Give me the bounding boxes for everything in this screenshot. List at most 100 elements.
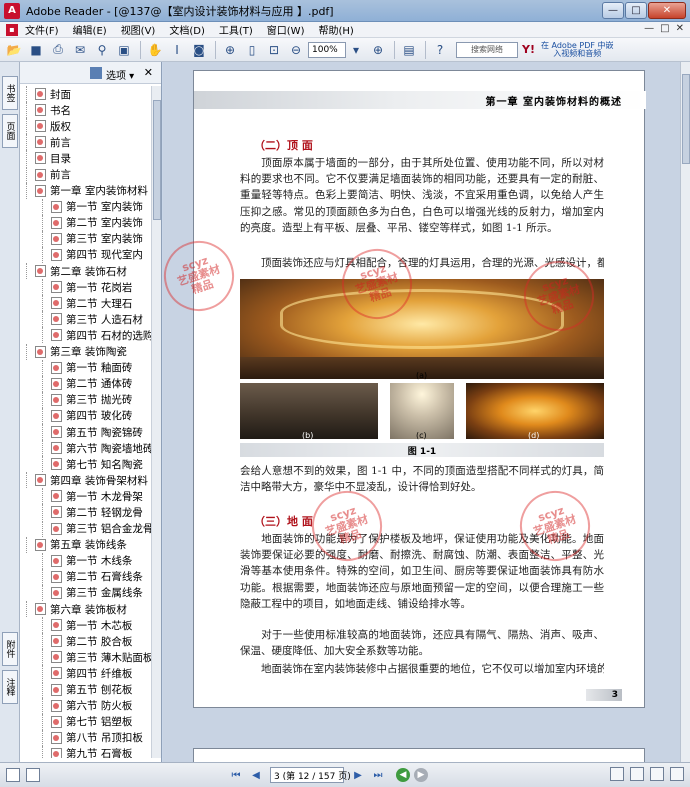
help-icon[interactable]: ? [430,40,450,60]
bookmark-item[interactable]: 第四节 纤维板 [20,665,152,682]
continuous-facing-icon[interactable] [670,767,684,781]
bookmark-item[interactable]: 第一节 室内装饰 [20,198,152,215]
tab-bookmarks[interactable]: 书签 [2,76,18,110]
bookmark-item[interactable]: 第一节 花岗岩 [20,279,152,296]
page-layout-icon[interactable]: ▤ [399,40,419,60]
bookmark-item[interactable]: 第四章 装饰骨架材料 [20,472,152,489]
next-page-button[interactable]: ▶ [350,767,366,783]
panel-toggle-icon[interactable] [6,768,20,782]
bookmark-item[interactable]: 前言 [20,166,152,183]
bookmark-item[interactable]: 第一节 木龙骨架 [20,488,152,505]
last-page-button[interactable]: ⏭ [370,767,386,783]
page-thumbnail-icon[interactable] [26,768,40,782]
bookmark-item[interactable]: 第二章 装饰石材 [20,263,152,280]
document-scrollbar-thumb[interactable] [682,74,690,164]
close-button[interactable]: ✕ [648,2,686,19]
promo-link[interactable]: 在 Adobe PDF 中嵌 入视频和音频 [541,41,614,58]
bookmark-item[interactable]: 版权 [20,118,152,135]
doc-minimize-button[interactable]: — [644,23,654,34]
save-icon[interactable]: ■ [26,40,46,60]
zoom-out-icon[interactable]: ⊖ [286,40,306,60]
menu-tools[interactable]: 工具(T) [212,22,260,37]
bookmark-item[interactable]: 第五节 刨花板 [20,681,152,698]
hand-tool-icon[interactable]: ✋ [145,40,165,60]
bookmark-item[interactable]: 第三节 薄木贴面板 [20,649,152,666]
menu-view[interactable]: 视图(V) [114,22,163,37]
zoom-in-icon[interactable]: ⊕ [220,40,240,60]
bookmark-options-icon[interactable] [90,67,102,79]
bookmark-item[interactable]: 第五节 陶瓷锦砖 [20,424,152,441]
tab-pages[interactable]: 页面 [2,114,18,148]
bookmark-item[interactable]: 前言 [20,134,152,151]
continuous-icon[interactable] [630,767,644,781]
create-pdf-icon[interactable]: ▣ [114,40,134,60]
bookmark-item[interactable]: 第二节 室内装饰 [20,214,152,231]
close-panel-button[interactable]: ✕ [144,66,153,79]
maximize-button[interactable]: □ [625,2,647,19]
bookmark-item[interactable]: 第二节 轻钢龙骨 [20,504,152,521]
web-search-input[interactable]: 搜索网络 [456,41,518,58]
bookmark-item[interactable]: 第九节 石膏板 [20,745,152,758]
zoom-plus-icon[interactable]: ⊕ [368,40,388,60]
bookmark-item[interactable]: 封面 [20,86,152,103]
menu-file[interactable]: 文件(F) [18,22,66,37]
bookmark-item[interactable]: 第三节 人造石材 [20,311,152,328]
go-back-button[interactable]: ◀ [396,768,410,782]
bookmark-item[interactable]: 第五章 装饰线条 [20,536,152,553]
previous-page-button[interactable]: ◀ [248,767,264,783]
bookmark-item[interactable]: 第八节 吊顶扣板 [20,729,152,746]
menu-window[interactable]: 窗口(W) [260,22,312,37]
bookmark-item[interactable]: 目录 [20,150,152,167]
bookmark-item[interactable]: 第一节 木芯板 [20,617,152,634]
tab-attachments[interactable]: 附件 [2,632,18,666]
zoom-dropdown-icon[interactable]: ▾ [346,40,366,60]
fit-page-icon[interactable]: ⊡ [264,40,284,60]
document-icon[interactable]: ▪ [6,23,18,36]
go-forward-button[interactable]: ▶ [414,768,428,782]
bookmark-item[interactable]: 第六节 防火板 [20,697,152,714]
bookmark-item[interactable]: 第四节 现代室内 [20,246,152,263]
open-folder-icon[interactable]: 📂 [4,40,24,60]
bookmark-item[interactable]: 第二节 石膏线条 [20,568,152,585]
bookmark-scrollbar[interactable] [151,86,161,758]
facing-icon[interactable] [650,767,664,781]
snapshot-icon[interactable]: ◙ [189,40,209,60]
print-icon[interactable]: ⎙ [48,40,68,60]
bookmark-item[interactable]: 第二节 通体砖 [20,375,152,392]
document-scrollbar[interactable] [680,62,690,762]
bookmark-item[interactable]: 第一节 木线条 [20,552,152,569]
bookmark-item[interactable]: 第三节 金属线条 [20,584,152,601]
menu-help[interactable]: 帮助(H) [311,22,360,37]
yahoo-icon[interactable]: Y! [522,43,535,56]
bookmark-item[interactable]: 第四节 玻化砖 [20,407,152,424]
zoom-field[interactable]: 100% [308,41,346,58]
bookmark-item[interactable]: 第三节 铝合金龙骨 [20,520,152,537]
email-icon[interactable]: ✉ [70,40,90,60]
single-page-icon[interactable] [610,767,624,781]
bookmark-item[interactable]: 第四节 石材的选购 [20,327,152,344]
bookmark-item[interactable]: 第六章 装饰板材 [20,601,152,618]
bookmark-item[interactable]: 第三章 装饰陶瓷 [20,343,152,360]
bookmark-item[interactable]: 第一节 釉面砖 [20,359,152,376]
bookmark-item[interactable]: 书名 [20,102,152,119]
select-text-icon[interactable]: I [167,40,187,60]
options-menu[interactable]: 选项 ▾ [106,67,134,82]
find-binoculars-icon[interactable]: ⚲ [92,40,112,60]
minimize-button[interactable]: — [602,2,624,19]
bookmark-item[interactable]: 第二节 胶合板 [20,633,152,650]
doc-close-button[interactable]: ✕ [676,23,684,34]
doc-restore-button[interactable]: □ [660,23,669,34]
bookmark-item[interactable]: 第七节 知名陶瓷 [20,456,152,473]
bookmark-item[interactable]: 第二节 大理石 [20,295,152,312]
first-page-button[interactable]: ⏮ [228,767,244,783]
bookmark-item[interactable]: 第六节 陶瓷墙地砖 [20,440,152,457]
bookmark-item[interactable]: 第三节 抛光砖 [20,391,152,408]
bookmark-item[interactable]: 第一章 室内装饰材料 [20,182,152,199]
bookmark-item[interactable]: 第三节 室内装饰 [20,230,152,247]
page-number-field[interactable]: 3 (第 12 / 157 页) [270,767,351,783]
menu-edit[interactable]: 编辑(E) [66,22,114,37]
scrollbar-thumb[interactable] [153,100,161,220]
tab-comments[interactable]: 注释 [2,670,18,704]
menu-document[interactable]: 文档(D) [162,22,212,37]
bookmark-item[interactable]: 第七节 铝塑板 [20,713,152,730]
